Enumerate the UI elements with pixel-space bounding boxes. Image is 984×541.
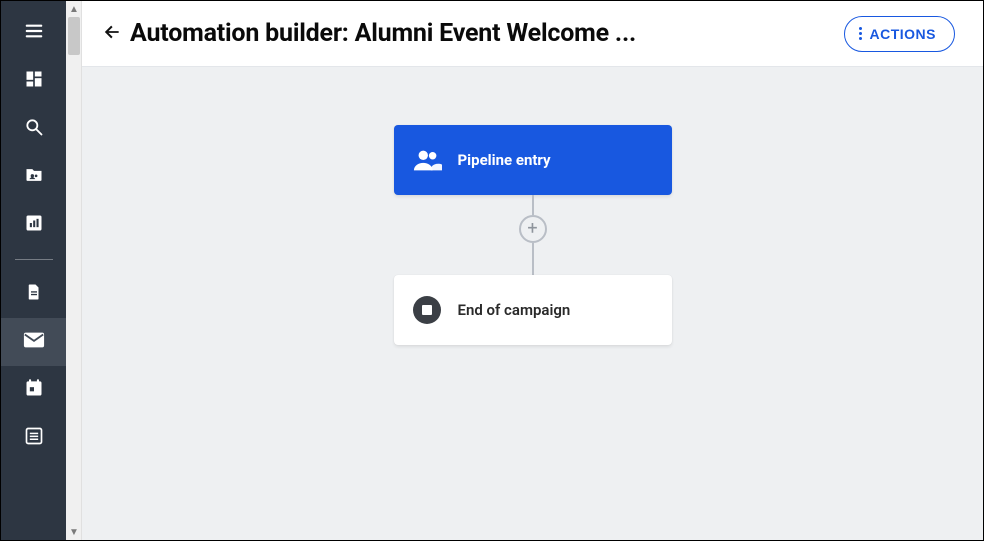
pipeline-entry-node[interactable]: Pipeline entry [394, 125, 672, 195]
chart-icon [24, 213, 44, 237]
scroll-up-icon[interactable]: ▲ [66, 1, 82, 17]
nav-analytics[interactable] [1, 201, 66, 249]
actions-button[interactable]: ACTIONS [844, 16, 956, 52]
stop-icon [412, 295, 442, 325]
nav-dashboard[interactable] [1, 57, 66, 105]
end-of-campaign-label: End of campaign [458, 301, 571, 319]
nav-search[interactable] [1, 105, 66, 153]
email-icon [23, 331, 45, 353]
pipeline-entry-label: Pipeline entry [458, 151, 551, 169]
nav-email[interactable] [1, 318, 66, 366]
scroll-thumb[interactable] [68, 17, 80, 55]
scroll-down-icon[interactable]: ▼ [66, 524, 82, 540]
end-of-campaign-node[interactable]: End of campaign [394, 275, 672, 345]
vertical-dots-icon [859, 27, 862, 40]
add-step-button[interactable]: + [519, 215, 547, 243]
actions-button-label: ACTIONS [870, 26, 937, 42]
hamburger-icon [23, 20, 45, 46]
nav-document[interactable] [1, 270, 66, 318]
main-area: Automation builder: Alumni Event Welcome… [82, 1, 983, 540]
dashboard-icon [24, 69, 44, 93]
search-icon [24, 117, 44, 141]
document-icon [25, 282, 43, 306]
nav-list[interactable] [1, 414, 66, 462]
sidebar [1, 1, 66, 540]
calendar-icon [24, 378, 44, 402]
contacts-folder-icon [24, 165, 44, 189]
automation-canvas[interactable]: Pipeline entry + End of campaign [82, 67, 983, 540]
people-icon [412, 145, 442, 175]
connector-line [532, 195, 534, 215]
nav-menu[interactable] [1, 9, 66, 57]
scrollbar[interactable]: ▲ ▼ [66, 1, 82, 540]
page-title: Automation builder: Alumni Event Welcome… [130, 19, 636, 48]
back-button[interactable] [98, 20, 126, 48]
plus-icon: + [527, 220, 537, 238]
nav-calendar[interactable] [1, 366, 66, 414]
page-header: Automation builder: Alumni Event Welcome… [82, 1, 983, 67]
arrow-left-icon [102, 22, 122, 46]
sidebar-divider [15, 259, 53, 260]
connector-line [532, 243, 534, 275]
list-icon [24, 426, 44, 450]
flow-container: Pipeline entry + End of campaign [394, 125, 672, 345]
nav-contacts[interactable] [1, 153, 66, 201]
